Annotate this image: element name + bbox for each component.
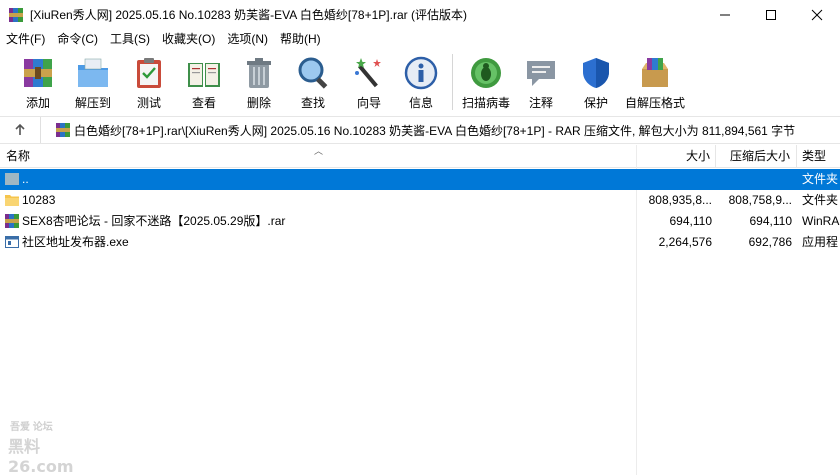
address-bar: 白色婚纱[78+1P].rar\[XiuRen秀人网] 2025.05.16 N… bbox=[0, 116, 840, 144]
close-icon bbox=[811, 9, 823, 20]
delete-label: 删除 bbox=[246, 96, 271, 110]
watermark: 吾爱 论坛 黑料26.com bbox=[6, 418, 96, 475]
extract-to-icon bbox=[78, 58, 108, 87]
arrow-up-icon bbox=[15, 123, 25, 135]
maximize-button[interactable] bbox=[748, 0, 794, 29]
virus-scan-label: 扫描病毒 bbox=[461, 96, 510, 110]
file-packed-size: 692,786 bbox=[748, 235, 792, 249]
info-icon bbox=[404, 56, 438, 90]
sort-ascending-icon: ︿ bbox=[314, 146, 324, 156]
magnifier-icon bbox=[298, 57, 328, 89]
comment-label: 注释 bbox=[528, 96, 553, 110]
minimize-button[interactable] bbox=[702, 0, 748, 29]
sfx-label: 自解压格式 bbox=[624, 96, 685, 110]
list-item-rar-file[interactable]: SEX8杏吧论坛 - 回家不迷路【2025.05.29版】.rar 694,11… bbox=[0, 211, 840, 232]
file-list: 名称 ︿ 大小 压缩后大小 类型 .. 文件夹 10283 808,935,8.… bbox=[0, 145, 840, 475]
sfx-box-icon bbox=[642, 58, 668, 87]
file-name: 社区地址发布器.exe bbox=[22, 235, 129, 249]
view-button[interactable]: 查看 bbox=[174, 50, 234, 114]
menu-options[interactable]: 选项(N) bbox=[221, 29, 274, 49]
minimize-icon bbox=[720, 14, 730, 15]
shield-icon bbox=[583, 58, 609, 88]
parent-folder-icon bbox=[5, 173, 19, 185]
virus-scan-button[interactable]: 扫描病毒 bbox=[459, 50, 513, 114]
watermark-line-1: 吾爱 论坛 bbox=[10, 422, 53, 433]
title-bar: [XiuRen秀人网] 2025.05.16 No.10283 奶芙酱-EVA … bbox=[0, 0, 840, 29]
list-header: 名称 ︿ 大小 压缩后大小 类型 bbox=[0, 145, 840, 168]
path-field[interactable]: 白色婚纱[78+1P].rar\[XiuRen秀人网] 2025.05.16 N… bbox=[41, 117, 840, 143]
menu-tools[interactable]: 工具(S) bbox=[104, 29, 156, 49]
test-icon bbox=[137, 58, 161, 88]
extract-to-label: 解压到 bbox=[74, 96, 111, 110]
list-item-folder-10283[interactable]: 10283 808,935,8... 808,758,9... 文件夹 bbox=[0, 190, 840, 211]
file-packed-size: 808,758,9... bbox=[728, 193, 792, 207]
protect-button[interactable]: 保护 bbox=[569, 50, 623, 114]
header-divider[interactable] bbox=[715, 145, 716, 168]
trash-icon bbox=[247, 58, 271, 88]
file-name: 10283 bbox=[22, 193, 56, 207]
file-size: 694,110 bbox=[669, 214, 713, 228]
virus-scan-icon bbox=[471, 58, 501, 88]
list-item-exe-file[interactable]: 社区地址发布器.exe 2,264,576 692,786 应用程 bbox=[0, 232, 840, 253]
view-book-icon bbox=[188, 63, 220, 87]
file-type: 文件夹 bbox=[802, 172, 839, 186]
menu-file[interactable]: 文件(F) bbox=[0, 29, 51, 49]
add-button[interactable]: 添加 bbox=[16, 50, 60, 114]
column-header-type[interactable]: 类型 bbox=[802, 145, 826, 168]
delete-button[interactable]: 删除 bbox=[234, 50, 284, 114]
rar-archive-icon bbox=[56, 123, 70, 137]
list-item-parent[interactable]: .. 文件夹 bbox=[0, 169, 840, 190]
comment-icon bbox=[527, 61, 555, 86]
menu-bar: 文件(F) 命令(C) 工具(S) 收藏夹(O) 选项(N) 帮助(H) bbox=[0, 29, 840, 49]
window-title: [XiuRen秀人网] 2025.05.16 No.10283 奶芙酱-EVA … bbox=[30, 8, 467, 22]
close-button[interactable] bbox=[794, 0, 840, 29]
rar-file-icon bbox=[5, 214, 19, 228]
menu-favorites[interactable]: 收藏夹(O) bbox=[156, 29, 221, 49]
protect-label: 保护 bbox=[583, 96, 608, 110]
up-button[interactable] bbox=[0, 117, 40, 143]
file-type: WinRA bbox=[802, 214, 840, 228]
wizard-label: 向导 bbox=[356, 96, 381, 110]
view-label: 查看 bbox=[191, 96, 216, 110]
file-packed-size: 694,110 bbox=[749, 214, 793, 228]
wizard-wand-icon bbox=[355, 58, 381, 88]
menu-commands[interactable]: 命令(C) bbox=[51, 29, 104, 49]
file-type: 文件夹 bbox=[802, 193, 839, 207]
sfx-button[interactable]: 自解压格式 bbox=[623, 50, 687, 114]
extract-to-button[interactable]: 解压到 bbox=[62, 50, 124, 114]
menu-help[interactable]: 帮助(H) bbox=[274, 29, 327, 49]
info-label: 信息 bbox=[408, 96, 433, 110]
find-button[interactable]: 查找 bbox=[284, 50, 342, 114]
header-divider[interactable] bbox=[796, 145, 797, 168]
info-button[interactable]: 信息 bbox=[396, 50, 446, 114]
folder-icon bbox=[5, 195, 19, 206]
file-size: 808,935,8... bbox=[648, 193, 712, 207]
comment-button[interactable]: 注释 bbox=[513, 50, 569, 114]
watermark-line-2: 黑料26.com bbox=[8, 437, 74, 475]
file-name: SEX8杏吧论坛 - 回家不迷路【2025.05.29版】.rar bbox=[22, 214, 286, 228]
test-button[interactable]: 测试 bbox=[124, 50, 174, 114]
column-header-size[interactable]: 大小 bbox=[640, 145, 710, 168]
add-archive-icon bbox=[24, 59, 52, 87]
wizard-button[interactable]: 向导 bbox=[342, 50, 396, 114]
column-header-packed[interactable]: 压缩后大小 bbox=[720, 145, 790, 168]
find-label: 查找 bbox=[300, 96, 325, 110]
winrar-app-icon bbox=[9, 7, 23, 22]
column-header-name[interactable]: 名称 bbox=[6, 145, 30, 168]
current-path: 白色婚纱[78+1P].rar\[XiuRen秀人网] 2025.05.16 N… bbox=[74, 123, 796, 138]
maximize-icon bbox=[766, 9, 776, 20]
exe-file-icon bbox=[5, 236, 19, 248]
file-size: 2,264,576 bbox=[658, 235, 712, 249]
file-name: .. bbox=[22, 172, 29, 186]
toolbar: 添加 解压到 测试 查看 删除 查找 向导 信息 扫描病毒 注释 保护 自解压格… bbox=[0, 50, 840, 114]
file-type: 应用程 bbox=[802, 235, 839, 249]
add-label: 添加 bbox=[25, 96, 50, 110]
test-label: 测试 bbox=[136, 96, 161, 110]
toolbar-separator bbox=[452, 54, 453, 110]
